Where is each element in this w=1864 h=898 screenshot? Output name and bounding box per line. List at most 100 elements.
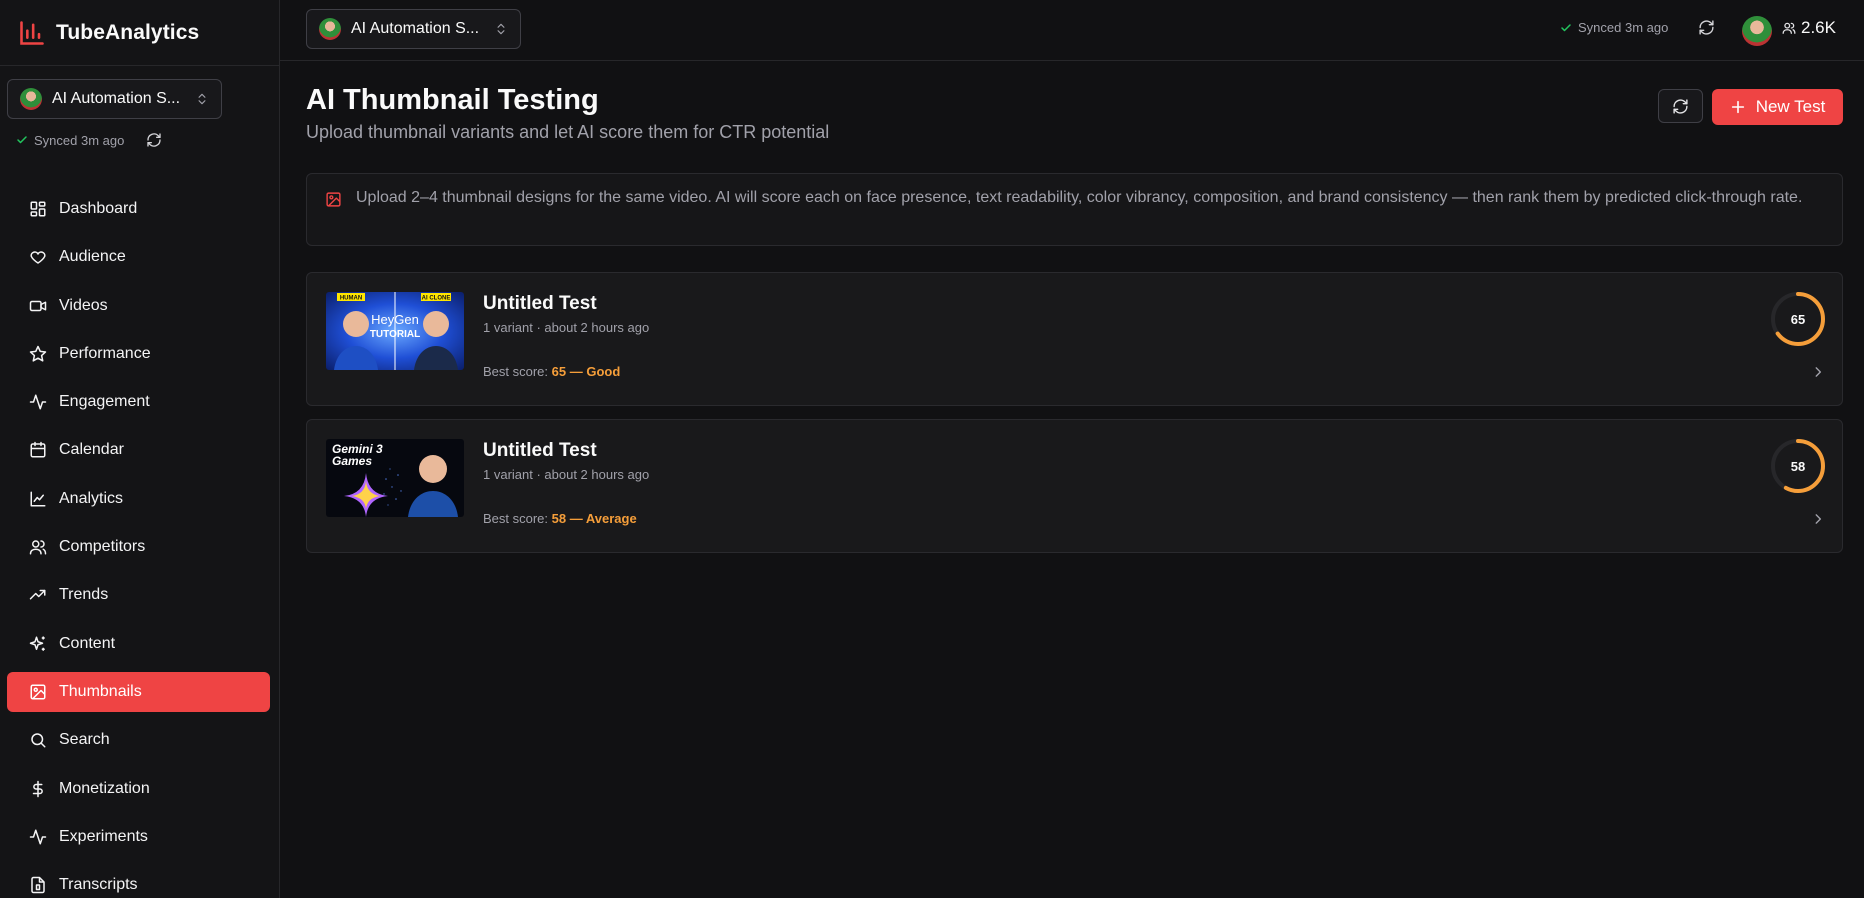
sidebar-item-trends[interactable]: Trends <box>7 575 270 615</box>
page-subtitle: Upload thumbnail variants and let AI sco… <box>306 122 830 142</box>
brand[interactable]: TubeAnalytics <box>0 0 279 66</box>
best-score: Best score: 65 — Good <box>483 364 620 379</box>
sidebar-item-audience[interactable]: Audience <box>7 237 270 277</box>
sidebar-item-label: Content <box>59 634 116 652</box>
sidebar-item-performance[interactable]: Performance <box>7 334 270 374</box>
test-title: Untitled Test <box>483 440 597 461</box>
refresh-icon[interactable] <box>146 132 162 148</box>
new-test-label: New Test <box>1755 97 1826 116</box>
sidebar-item-label: Experiments <box>59 827 148 845</box>
app-name: TubeAnalytics <box>56 20 200 44</box>
sidebar-item-label: Calendar <box>59 441 124 459</box>
sidebar-item-dashboard[interactable]: Dashboard <box>7 189 270 229</box>
activity-icon <box>29 828 47 846</box>
dashboard-icon <box>29 200 47 218</box>
sidebar-item-label: Competitors <box>59 538 146 556</box>
sidebar-item-transcripts[interactable]: Transcripts <box>7 865 270 898</box>
heart-icon <box>29 248 47 266</box>
test-card[interactable]: HUMAN AI CLONE HeyGen TUTORIAL Untitled … <box>306 272 1843 406</box>
info-text: Upload 2–4 thumbnail designs for the sam… <box>356 189 1803 206</box>
bar-chart-logo-icon <box>18 19 46 47</box>
search-icon <box>29 731 47 749</box>
best-score: Best score: 58 — Average <box>483 511 637 526</box>
image-icon <box>29 683 47 701</box>
thumb-text: AI CLONE <box>422 296 451 302</box>
chevrons-up-down-icon <box>494 22 508 36</box>
sidebar-item-experiments[interactable]: Experiments <box>7 817 270 857</box>
sidebar-item-label: Dashboard <box>59 200 138 217</box>
plus-icon <box>1730 99 1746 115</box>
sidebar-item-label: Trends <box>59 586 109 604</box>
sync-text: Synced 3m ago <box>1578 20 1669 35</box>
users-icon <box>1782 21 1796 35</box>
calendar-icon <box>29 441 47 459</box>
sidebar-nav: Dashboard Audience Videos Performance En… <box>7 189 270 898</box>
chevrons-up-down-icon <box>195 92 209 106</box>
thumb-text: HeyGen <box>371 312 419 327</box>
check-icon <box>16 134 28 146</box>
best-score-label: Best score: <box>483 511 549 526</box>
star-icon <box>29 345 47 363</box>
line-chart-icon <box>29 490 47 508</box>
score-ring-value: 65 <box>1790 311 1806 327</box>
sidebar-sync-status: Synced 3m ago <box>16 132 162 148</box>
file-icon <box>29 876 47 894</box>
sparkles-icon <box>29 635 47 653</box>
score-ring-value: 58 <box>1790 458 1806 474</box>
sidebar-item-content[interactable]: Content <box>7 624 270 664</box>
test-title: Untitled Test <box>483 293 597 314</box>
test-meta: 1 variant · about 2 hours ago <box>483 467 650 482</box>
chevron-right-icon[interactable] <box>1811 512 1825 526</box>
thumbnail-image: HUMAN AI CLONE HeyGen TUTORIAL <box>326 292 464 370</box>
activity-icon <box>29 393 47 411</box>
channel-avatar <box>319 18 341 40</box>
info-banner: Upload 2–4 thumbnail designs for the sam… <box>306 173 1843 246</box>
dollar-icon <box>29 780 47 798</box>
subscriber-count-value: 2.6K <box>1801 18 1836 37</box>
channel-name: AI Automation S... <box>351 20 480 37</box>
users-icon <box>29 538 47 556</box>
sidebar-item-label: Transcripts <box>59 876 138 894</box>
sidebar-item-label: Thumbnails <box>59 682 142 700</box>
sidebar-item-monetization[interactable]: Monetization <box>7 769 270 809</box>
sidebar-item-label: Search <box>59 731 110 749</box>
thumb-text: HUMAN <box>340 296 362 302</box>
test-meta: 1 variant · about 2 hours ago <box>483 320 650 335</box>
sidebar-item-engagement[interactable]: Engagement <box>7 382 270 422</box>
user-avatar[interactable] <box>1742 16 1772 46</box>
refresh-icon[interactable] <box>1698 19 1715 36</box>
channel-avatar <box>20 88 42 110</box>
check-icon <box>1560 22 1572 34</box>
sidebar: TubeAnalytics AI Automation S... Synced … <box>0 0 280 898</box>
sidebar-item-label: Videos <box>59 296 108 314</box>
sidebar-item-calendar[interactable]: Calendar <box>7 430 270 470</box>
sidebar-item-search[interactable]: Search <box>7 720 270 760</box>
trending-up-icon <box>29 586 47 604</box>
channel-name: AI Automation S... <box>52 90 181 107</box>
thumbnail-image: Gemini 3 Games <box>326 439 464 517</box>
channel-selector[interactable]: AI Automation S... <box>7 79 222 119</box>
thumb-text: TUTORIAL <box>370 329 420 340</box>
sidebar-item-thumbnails[interactable]: Thumbnails <box>7 671 270 712</box>
subscriber-count: 2.6K <box>1782 18 1836 38</box>
page-title: AI Thumbnail Testing <box>306 84 599 116</box>
sidebar-item-videos[interactable]: Videos <box>7 286 270 326</box>
best-score-label: Best score: <box>483 364 549 379</box>
test-card[interactable]: Gemini 3 Games Untitled Test 1 variant ·… <box>306 419 1843 553</box>
sidebar-item-label: Engagement <box>59 393 150 411</box>
channel-selector-top[interactable]: AI Automation S... <box>306 9 521 49</box>
sidebar-item-competitors[interactable]: Competitors <box>7 527 270 567</box>
topbar-sync-status: Synced 3m ago <box>1560 20 1668 35</box>
sidebar-item-label: Performance <box>59 344 151 362</box>
video-icon <box>29 297 47 315</box>
sidebar-item-analytics[interactable]: Analytics <box>7 479 270 519</box>
chevron-right-icon[interactable] <box>1811 365 1825 379</box>
sync-text: Synced 3m ago <box>34 132 125 148</box>
thumb-text: Games <box>332 454 372 468</box>
sidebar-item-label: Monetization <box>59 779 150 797</box>
refresh-icon <box>1672 98 1689 115</box>
new-test-button[interactable]: New Test <box>1712 89 1843 125</box>
topbar: AI Automation S... Synced 3m ago 2.6K <box>280 0 1864 61</box>
refresh-button[interactable] <box>1658 89 1703 123</box>
best-score-value: 65 — Good <box>551 364 621 379</box>
